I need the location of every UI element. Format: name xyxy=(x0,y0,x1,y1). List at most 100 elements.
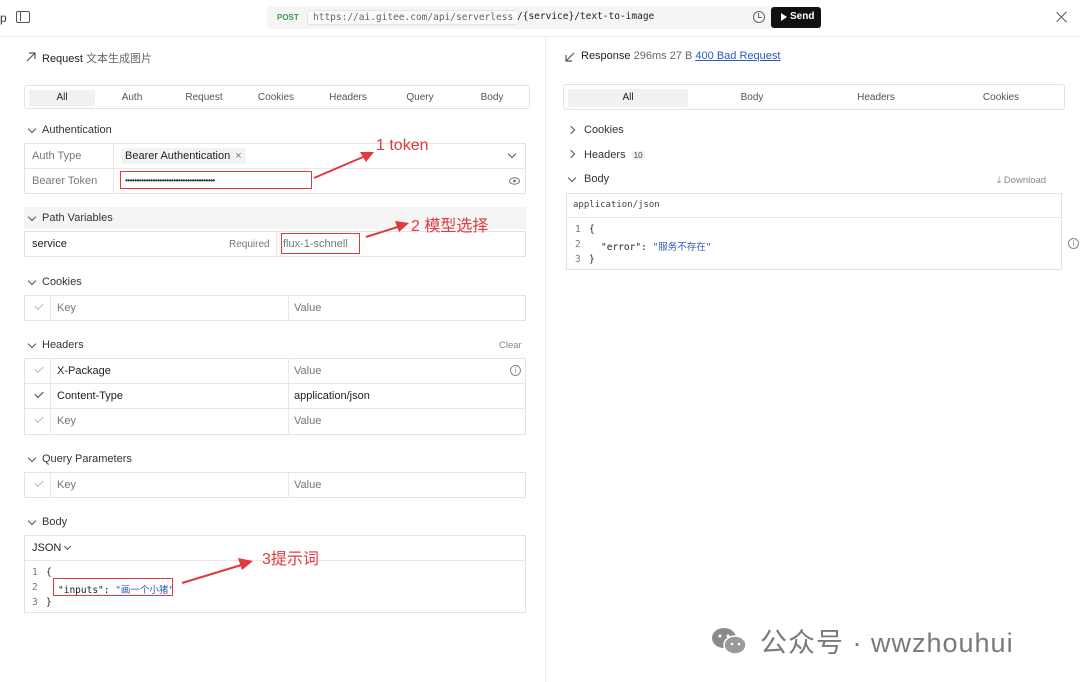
response-cookies-heading[interactable]: Cookies xyxy=(584,124,624,136)
response-headers-heading[interactable]: Headers 10 xyxy=(584,149,645,161)
line-number: 3 xyxy=(575,254,581,265)
path-variable-name: service xyxy=(32,238,67,250)
headers-box: X-Package Value i Content-Type applicati… xyxy=(24,358,526,435)
sidebar-toggle-icon[interactable] xyxy=(16,11,30,23)
header-key[interactable]: Content-Type xyxy=(57,390,123,402)
check-icon[interactable] xyxy=(34,363,44,374)
tab-request[interactable]: Request xyxy=(171,90,237,106)
annotation-arrow xyxy=(365,221,409,238)
cookies-heading[interactable]: Cookies xyxy=(42,276,82,288)
headers-heading[interactable]: Headers xyxy=(42,339,84,351)
chevron-right-icon[interactable] xyxy=(566,125,576,135)
auth-type-chip[interactable]: Bearer Authentication × xyxy=(121,148,246,164)
url-bar[interactable]: POST https://ai.gitee.com/api/serverless… xyxy=(267,6,774,29)
check-icon[interactable] xyxy=(34,300,44,311)
method-label[interactable]: POST xyxy=(277,13,299,22)
chevron-down-icon[interactable] xyxy=(27,124,37,134)
code-line[interactable]: } xyxy=(46,597,52,608)
info-icon[interactable]: i xyxy=(510,365,521,376)
close-icon[interactable] xyxy=(1056,11,1068,23)
highlight-box xyxy=(53,578,173,596)
chevron-down-icon[interactable] xyxy=(27,276,37,286)
check-icon[interactable] xyxy=(34,477,44,488)
response-title-text: Response xyxy=(581,50,631,62)
tab-query[interactable]: Query xyxy=(387,90,453,106)
request-tabs: All Auth Request Cookies Headers Query B… xyxy=(24,85,530,109)
response-body-heading[interactable]: Body xyxy=(584,173,609,185)
header-key[interactable]: X-Package xyxy=(57,365,111,377)
code-line[interactable]: { xyxy=(46,567,52,578)
table-row: X-Package Value i xyxy=(25,359,525,384)
path-variables-heading[interactable]: Path Variables xyxy=(42,212,113,224)
code-line: { xyxy=(589,224,595,235)
tab-all[interactable]: All xyxy=(29,90,95,106)
cookie-key-input[interactable]: Key xyxy=(57,302,76,314)
chevron-down-icon[interactable] xyxy=(63,542,72,551)
headers-count-badge: 10 xyxy=(631,151,645,160)
remove-icon[interactable]: × xyxy=(235,150,241,162)
response-size: 27 B xyxy=(669,50,693,62)
separator xyxy=(288,296,289,320)
tab-cookies[interactable]: Cookies xyxy=(941,89,1061,107)
body-heading[interactable]: Body xyxy=(42,516,67,528)
annotation-model: 2 模型选择 xyxy=(411,218,489,235)
annotation-token: 1 token xyxy=(376,137,429,154)
annotation-arrow xyxy=(181,558,253,584)
tab-body[interactable]: Body xyxy=(692,89,812,107)
tab-headers[interactable]: Headers xyxy=(315,90,381,106)
content-type-label: application/json xyxy=(573,200,660,210)
chevron-down-icon[interactable] xyxy=(567,173,577,183)
play-icon xyxy=(781,13,787,21)
history-icon[interactable] xyxy=(753,11,765,23)
tab-body[interactable]: Body xyxy=(459,90,525,106)
header-key[interactable]: Key xyxy=(57,415,76,427)
response-headers-label: Headers xyxy=(584,149,626,161)
chevron-down-icon[interactable] xyxy=(27,516,37,526)
line-number: 1 xyxy=(575,224,581,235)
tab-headers[interactable]: Headers xyxy=(816,89,936,107)
query-heading[interactable]: Query Parameters xyxy=(42,453,132,465)
separator xyxy=(50,384,51,408)
bearer-token-label: Bearer Token xyxy=(32,175,98,187)
body-format-select[interactable]: JSON xyxy=(32,542,61,554)
arrow-down-left-icon xyxy=(565,52,575,62)
separator xyxy=(288,409,289,434)
check-icon[interactable] xyxy=(34,388,44,399)
send-button[interactable]: Send xyxy=(771,7,821,28)
request-subtitle: 文本生成图片 xyxy=(86,53,153,65)
query-value-input[interactable]: Value xyxy=(294,479,321,491)
response-status-link[interactable]: 400 Bad Request xyxy=(695,50,780,62)
check-icon[interactable] xyxy=(34,413,44,424)
response-tabs: All Body Headers Cookies xyxy=(563,84,1065,110)
separator xyxy=(50,473,51,497)
tab-cookies[interactable]: Cookies xyxy=(243,90,309,106)
chevron-down-icon[interactable] xyxy=(27,339,37,349)
cookie-value-input[interactable]: Value xyxy=(294,302,321,314)
info-icon[interactable]: i xyxy=(1068,238,1079,249)
eye-icon[interactable] xyxy=(509,177,520,185)
tab-auth[interactable]: Auth xyxy=(99,90,165,106)
authentication-heading[interactable]: Authentication xyxy=(42,124,112,136)
auth-type-label: Auth Type xyxy=(32,150,82,162)
panel-divider[interactable] xyxy=(545,37,546,682)
download-button[interactable]: ⤓ Download xyxy=(997,175,1046,186)
header-value[interactable]: Value xyxy=(294,415,321,427)
url-path[interactable]: /{service}/text-to-image xyxy=(517,11,654,22)
header-value[interactable]: Value xyxy=(294,365,321,377)
url-base[interactable]: https://ai.gitee.com/api/serverless xyxy=(307,10,520,25)
code-line: } xyxy=(589,254,595,265)
table-row: Key Value xyxy=(25,409,525,434)
chevron-down-icon[interactable] xyxy=(27,453,37,463)
query-key-input[interactable]: Key xyxy=(57,479,76,491)
chevron-down-icon[interactable] xyxy=(507,149,517,159)
arrow-up-right-icon xyxy=(26,52,36,62)
auth-type-row: Auth Type Bearer Authentication × xyxy=(25,144,525,169)
highlight-box xyxy=(120,171,312,189)
header-value[interactable]: application/json xyxy=(294,390,370,402)
chevron-right-icon[interactable] xyxy=(566,149,576,159)
auth-type-value: Bearer Authentication xyxy=(125,150,231,162)
send-label: Send xyxy=(790,11,815,22)
clear-button[interactable]: Clear xyxy=(499,340,522,351)
tab-all[interactable]: All xyxy=(568,89,688,107)
separator xyxy=(276,232,277,256)
